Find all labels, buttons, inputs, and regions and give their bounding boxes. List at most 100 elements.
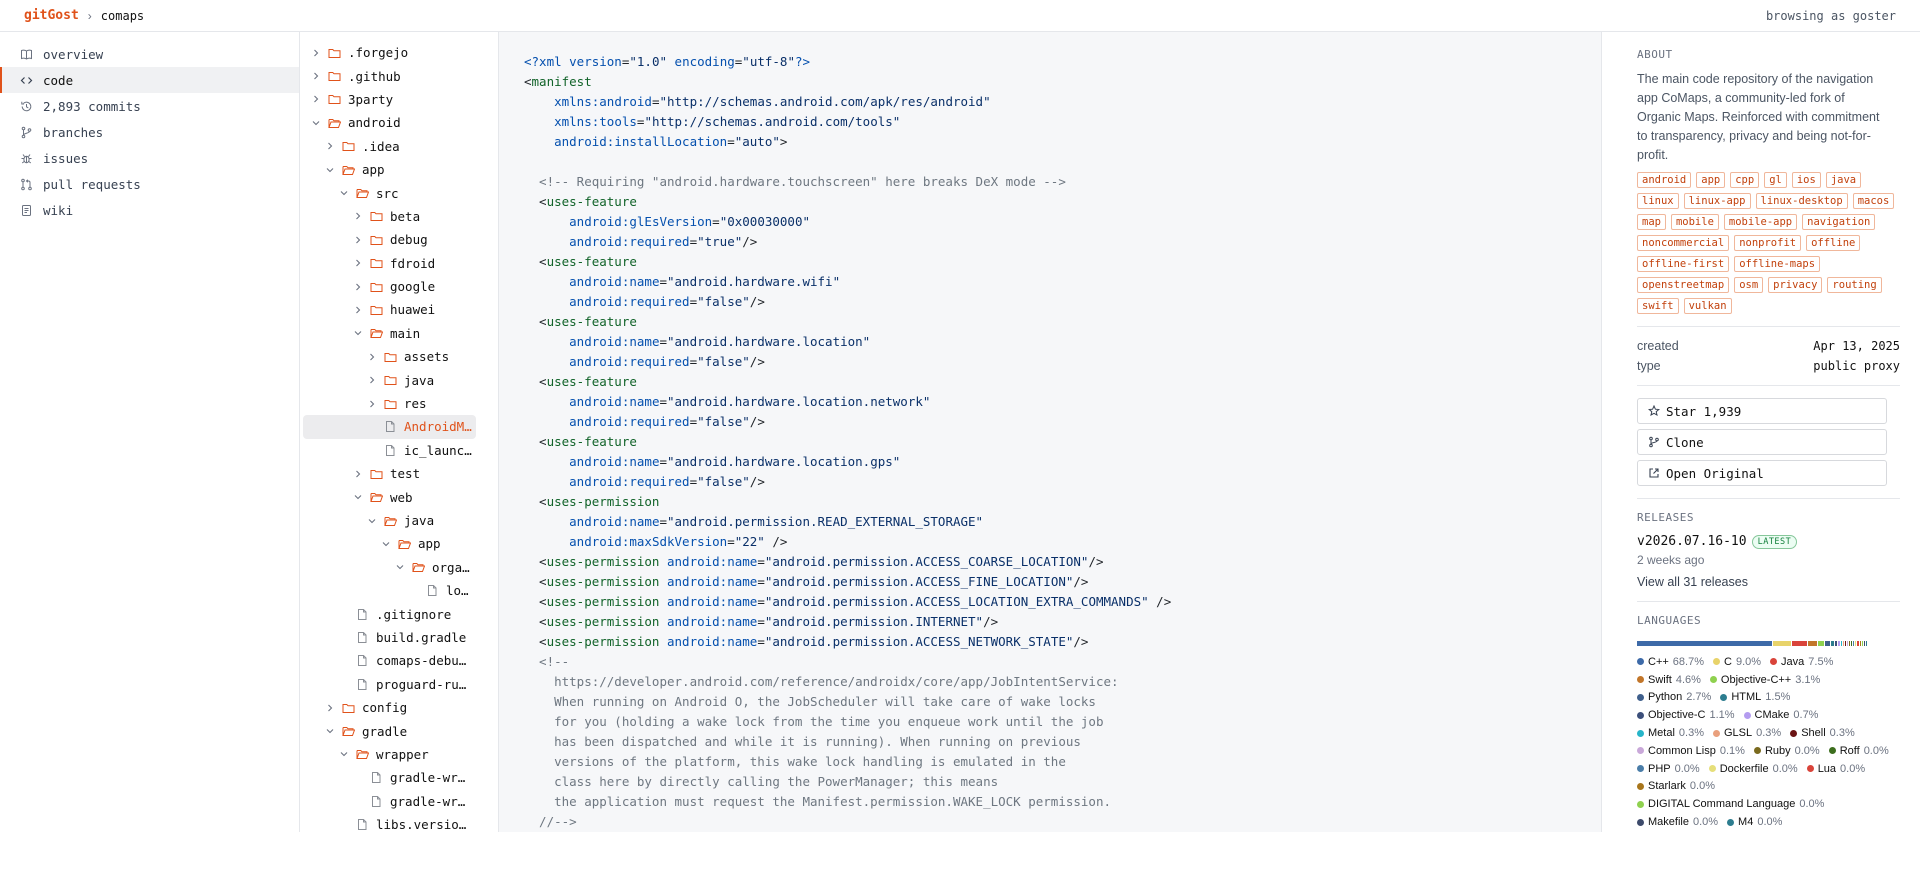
topic-tag[interactable]: offline-first	[1637, 256, 1730, 272]
topic-tag[interactable]: linux	[1637, 193, 1679, 209]
chevron-down-icon[interactable]	[380, 538, 392, 550]
nav-item-pull-requests[interactable]: pull requests	[0, 171, 299, 197]
tree-file[interactable]: .gitignore	[300, 602, 498, 625]
nav-item-overview[interactable]: overview	[0, 41, 299, 67]
chevron-right-icon[interactable]	[366, 374, 378, 386]
tree-file[interactable]: gradle-wr…	[300, 766, 498, 789]
topic-tag[interactable]: offline-maps	[1734, 256, 1821, 272]
chevron-down-icon[interactable]	[394, 561, 406, 573]
tree-folder[interactable]: java	[300, 509, 498, 532]
tree-folder[interactable]: debug	[300, 228, 498, 251]
tree-folder[interactable]: gradle	[300, 719, 498, 742]
chevron-right-icon[interactable]	[352, 468, 364, 480]
chevron-right-icon[interactable]	[324, 140, 336, 152]
tree-file[interactable]: ic_launc…	[300, 439, 498, 462]
chevron-down-icon[interactable]	[352, 327, 364, 339]
nav-item-2-893-commits[interactable]: 2,893 commits	[0, 93, 299, 119]
topic-tag[interactable]: openstreetmap	[1637, 277, 1730, 293]
topic-tag[interactable]: mobile-app	[1723, 214, 1798, 230]
chevron-down-icon[interactable]	[324, 164, 336, 176]
tree-folder[interactable]: .forgejo	[300, 41, 498, 64]
topic-tag[interactable]: gl	[1764, 172, 1787, 188]
tree-folder[interactable]: app	[300, 532, 498, 555]
topic-tag[interactable]: navigation	[1802, 214, 1876, 230]
topic-tag[interactable]: android	[1637, 172, 1692, 188]
chevron-down-icon[interactable]	[324, 725, 336, 737]
tree-folder[interactable]: test	[300, 462, 498, 485]
tree-folder[interactable]: wrapper	[300, 743, 498, 766]
view-all-releases-link[interactable]: View all 31 releases	[1637, 575, 1900, 589]
star-button[interactable]: Star 1,939	[1637, 398, 1887, 424]
nav-item-wiki[interactable]: wiki	[0, 197, 299, 223]
release-name[interactable]: v2026.07.16-10	[1637, 534, 1747, 549]
tree-folder[interactable]: android	[300, 111, 498, 134]
topic-tag[interactable]: nonprofit	[1734, 235, 1802, 251]
chevron-right-icon[interactable]	[366, 398, 378, 410]
topic-tag[interactable]: macos	[1852, 193, 1895, 209]
chevron-right-icon[interactable]	[366, 351, 378, 363]
tree-file[interactable]: libs.versio…	[300, 813, 498, 832]
open-original-button[interactable]: Open Original	[1637, 460, 1887, 486]
tree-folder[interactable]: config	[300, 696, 498, 719]
chevron-right-icon[interactable]	[352, 304, 364, 316]
tree-file[interactable]: build.gradle	[300, 626, 498, 649]
chevron-right-icon[interactable]	[310, 47, 322, 59]
tree-folder[interactable]: src	[300, 181, 498, 204]
tree-file[interactable]: lo…	[300, 579, 498, 602]
tree-folder[interactable]: java	[300, 368, 498, 391]
chevron-down-icon[interactable]	[338, 187, 350, 199]
topic-tag[interactable]: map	[1637, 214, 1666, 230]
tree-file[interactable]: AndroidM…	[303, 415, 476, 439]
topic-tag[interactable]: vulkan	[1683, 298, 1732, 314]
language-color-dot	[1637, 747, 1644, 755]
tree-folder[interactable]: google	[300, 275, 498, 298]
chevron-down-icon[interactable]	[338, 748, 350, 760]
topic-tag[interactable]: linux-app	[1683, 193, 1751, 209]
code-token: uses-feature	[546, 254, 637, 269]
tree-folder[interactable]: web	[300, 485, 498, 508]
tree-folder[interactable]: app	[300, 158, 498, 181]
tree-folder[interactable]: .github	[300, 64, 498, 87]
nav-item-code[interactable]: code	[0, 67, 299, 93]
chevron-right-icon[interactable]	[352, 210, 364, 222]
topic-tag[interactable]: swift	[1637, 298, 1679, 314]
clone-button[interactable]: Clone	[1637, 429, 1887, 455]
brand-logo[interactable]: gitGost	[24, 8, 79, 23]
tree-folder[interactable]: assets	[300, 345, 498, 368]
topic-tag[interactable]: privacy	[1768, 277, 1823, 293]
tree-folder[interactable]: orga…	[300, 556, 498, 579]
nav-item-branches[interactable]: branches	[0, 119, 299, 145]
topic-tag[interactable]: noncommercial	[1637, 235, 1730, 251]
tree-file[interactable]: comaps-debu…	[300, 649, 498, 672]
nav-item-issues[interactable]: issues	[0, 145, 299, 171]
tree-folder[interactable]: .idea	[300, 135, 498, 158]
chevron-right-icon[interactable]	[310, 70, 322, 82]
topic-tag[interactable]: osm	[1734, 277, 1764, 293]
tree-file[interactable]: gradle-wr…	[300, 790, 498, 813]
topic-tag[interactable]: offline	[1806, 235, 1861, 251]
tree-folder[interactable]: beta	[300, 205, 498, 228]
topic-tag[interactable]: app	[1696, 172, 1726, 188]
latest-release[interactable]: v2026.07.16-10 LATEST	[1637, 534, 1900, 549]
chevron-down-icon[interactable]	[366, 515, 378, 527]
topic-tag[interactable]: java	[1825, 172, 1862, 188]
chevron-right-icon[interactable]	[352, 257, 364, 269]
chevron-right-icon[interactable]	[310, 93, 322, 105]
chevron-down-icon[interactable]	[310, 117, 322, 129]
tree-folder[interactable]: huawei	[300, 298, 498, 321]
tree-folder[interactable]: 3party	[300, 88, 498, 111]
topic-tag[interactable]: mobile	[1670, 214, 1719, 230]
topic-tag[interactable]: cpp	[1730, 172, 1760, 188]
tree-file[interactable]: proguard-ru…	[300, 673, 498, 696]
breadcrumb-repo[interactable]: comaps	[101, 9, 144, 23]
tree-folder[interactable]: res	[300, 392, 498, 415]
topic-tag[interactable]: linux-desktop	[1755, 193, 1848, 209]
chevron-down-icon[interactable]	[352, 491, 364, 503]
chevron-right-icon[interactable]	[352, 281, 364, 293]
chevron-right-icon[interactable]	[352, 234, 364, 246]
tree-folder[interactable]: fdroid	[300, 252, 498, 275]
chevron-right-icon[interactable]	[324, 702, 336, 714]
tree-folder[interactable]: main	[300, 322, 498, 345]
topic-tag[interactable]: ios	[1791, 172, 1821, 188]
topic-tag[interactable]: routing	[1827, 277, 1882, 293]
